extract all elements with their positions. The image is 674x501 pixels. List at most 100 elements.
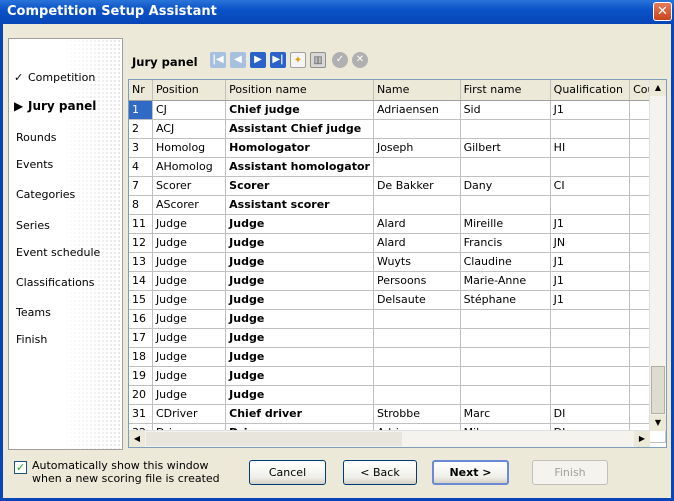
table-cell[interactable]: 14 <box>129 271 153 291</box>
table-cell[interactable]: 8 <box>129 195 153 215</box>
table-cell[interactable] <box>373 157 461 177</box>
table-cell[interactable] <box>460 328 551 348</box>
table-cell[interactable]: Judge <box>225 347 374 367</box>
table-cell[interactable]: Judge <box>225 385 374 405</box>
scroll-right-icon[interactable]: ▶ <box>634 431 650 447</box>
table-cell[interactable]: Mireille <box>460 214 551 234</box>
table-cell[interactable]: 17 <box>129 328 153 348</box>
table-cell[interactable]: CI <box>550 176 631 196</box>
table-cell[interactable] <box>373 309 461 329</box>
table-cell[interactable] <box>550 119 631 139</box>
table-cell[interactable]: 2 <box>129 119 153 139</box>
table-cell[interactable]: 4 <box>129 157 153 177</box>
table-cell[interactable] <box>460 195 551 215</box>
table-cell[interactable]: J1 <box>550 271 631 291</box>
table-cell[interactable]: Judge <box>152 290 227 310</box>
next-icon[interactable]: ▶ <box>250 52 266 68</box>
column-header-nr[interactable]: Nr <box>129 80 153 101</box>
table-cell[interactable] <box>460 119 551 139</box>
vertical-scrollbar[interactable]: ▲ ▼ <box>649 80 666 431</box>
column-header-first-name[interactable]: First name <box>460 80 551 101</box>
table-cell[interactable]: Joseph <box>373 138 461 158</box>
table-cell[interactable]: 15 <box>129 290 153 310</box>
table-cell[interactable]: Judge <box>152 233 227 253</box>
new-document-icon[interactable]: ✦ <box>290 52 306 68</box>
horizontal-scrollbar[interactable]: ◀ ▶ <box>129 430 650 447</box>
table-row[interactable]: 15 Judge Judge Delsaute Stéphane J1 <box>129 290 666 310</box>
table-cell[interactable] <box>550 328 631 348</box>
table-cell[interactable]: 20 <box>129 385 153 405</box>
table-cell[interactable]: Judge <box>152 385 227 405</box>
table-row[interactable]: 11 Judge Judge Alard Mireille J1 <box>129 214 666 234</box>
table-cell[interactable]: J1 <box>550 252 631 272</box>
table-cell[interactable]: 13 <box>129 252 153 272</box>
table-cell[interactable]: 19 <box>129 366 153 386</box>
table-cell[interactable]: Homologator <box>225 138 374 158</box>
table-cell[interactable] <box>373 328 461 348</box>
table-cell[interactable] <box>460 309 551 329</box>
scroll-left-icon[interactable]: ◀ <box>129 431 145 447</box>
scroll-down-icon[interactable]: ▼ <box>650 415 666 431</box>
last-icon[interactable]: ▶| <box>270 52 286 68</box>
table-cell[interactable]: 16 <box>129 309 153 329</box>
column-header-position-name[interactable]: Position name <box>225 80 374 101</box>
table-cell[interactable]: Judge <box>152 252 227 272</box>
table-row[interactable]: 19 Judge Judge <box>129 366 666 386</box>
table-row[interactable]: 14 Judge Judge Persoons Marie-Anne J1 <box>129 271 666 291</box>
table-cell[interactable]: Judge <box>152 214 227 234</box>
table-row[interactable]: 7 Scorer Scorer De Bakker Dany CI <box>129 176 666 196</box>
table-cell[interactable]: Delsaute <box>373 290 461 310</box>
step-teams[interactable]: Teams <box>16 306 51 319</box>
table-cell[interactable]: 11 <box>129 214 153 234</box>
table-cell[interactable] <box>373 366 461 386</box>
table-cell[interactable]: HI <box>550 138 631 158</box>
table-row[interactable]: 18 Judge Judge <box>129 347 666 367</box>
table-cell[interactable] <box>373 385 461 405</box>
table-cell[interactable]: Strobbe <box>373 404 461 424</box>
table-cell[interactable]: 1 <box>129 100 153 120</box>
table-cell[interactable] <box>373 195 461 215</box>
table-cell[interactable]: Alard <box>373 233 461 253</box>
table-row[interactable]: 3 Homolog Homologator Joseph Gilbert HI <box>129 138 666 158</box>
step-event-schedule[interactable]: Event schedule <box>16 246 100 259</box>
table-row[interactable]: 1 CJ Chief judge Adriaensen Sid J1 <box>129 100 666 120</box>
table-cell[interactable] <box>550 309 631 329</box>
table-cell[interactable] <box>550 385 631 405</box>
table-cell[interactable]: J1 <box>550 290 631 310</box>
table-cell[interactable]: Judge <box>152 366 227 386</box>
next-button[interactable]: Next > <box>432 460 509 485</box>
table-cell[interactable]: Persoons <box>373 271 461 291</box>
table-cell[interactable]: Assistant Chief judge <box>225 119 374 139</box>
finish-button[interactable]: Finish <box>532 460 608 485</box>
step-rounds[interactable]: Rounds <box>16 131 57 144</box>
table-cell[interactable]: Sid <box>460 100 551 120</box>
table-cell[interactable]: 7 <box>129 176 153 196</box>
horizontal-scroll-thumb[interactable] <box>146 432 402 446</box>
jury-grid[interactable]: Nr Position Position name Name First nam… <box>128 79 667 448</box>
table-cell[interactable]: Marc <box>460 404 551 424</box>
table-cell[interactable]: 3 <box>129 138 153 158</box>
table-cell[interactable]: 31 <box>129 404 153 424</box>
table-cell[interactable] <box>550 347 631 367</box>
table-row[interactable]: 2 ACJ Assistant Chief judge <box>129 119 666 139</box>
table-row[interactable]: 13 Judge Judge Wuyts Claudine J1 <box>129 252 666 272</box>
table-row[interactable]: 17 Judge Judge <box>129 328 666 348</box>
cancel-button[interactable]: Cancel <box>249 460 326 485</box>
table-cell[interactable]: JN <box>550 233 631 253</box>
table-cell[interactable]: Stéphane <box>460 290 551 310</box>
close-button[interactable]: ✕ <box>653 2 672 21</box>
table-cell[interactable]: Francis <box>460 233 551 253</box>
table-cell[interactable]: Judge <box>152 309 227 329</box>
table-cell[interactable]: 12 <box>129 233 153 253</box>
column-header-position[interactable]: Position <box>152 80 227 101</box>
confirm-icon[interactable]: ✓ <box>332 52 348 68</box>
table-cell[interactable]: Assistant homologator <box>225 157 374 177</box>
table-cell[interactable] <box>550 157 631 177</box>
table-cell[interactable] <box>373 347 461 367</box>
table-cell[interactable]: J1 <box>550 214 631 234</box>
step-series[interactable]: Series <box>16 219 50 232</box>
step-categories[interactable]: Categories <box>16 188 75 201</box>
vertical-scroll-thumb[interactable] <box>651 366 665 414</box>
table-cell[interactable] <box>460 385 551 405</box>
table-cell[interactable] <box>550 195 631 215</box>
